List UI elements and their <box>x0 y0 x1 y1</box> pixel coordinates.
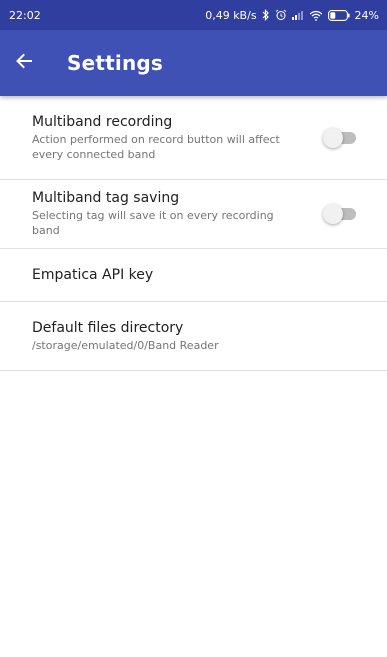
toggle-thumb <box>323 204 343 224</box>
app-bar: Settings <box>0 30 387 96</box>
status-bar: 22:02 0,49 kB/s 24% <box>0 0 387 30</box>
arrow-back-icon <box>15 52 33 74</box>
setting-summary: Action performed on record button will a… <box>32 132 280 161</box>
setting-multiband-tag-saving[interactable]: Multiband tag saving Selecting tag will … <box>0 180 387 249</box>
status-icons: 0,49 kB/s 24% <box>205 9 379 22</box>
bluetooth-icon <box>262 9 270 21</box>
signal-icon <box>291 10 304 20</box>
battery-icon <box>327 9 350 21</box>
setting-default-files-directory[interactable]: Default files directory /storage/emulate… <box>0 302 387 371</box>
setting-summary: /storage/emulated/0/Band Reader <box>32 338 219 352</box>
setting-title: Multiband tag saving <box>32 190 180 206</box>
setting-empatica-api-key[interactable]: Empatica API key <box>0 249 387 302</box>
battery-percent: 24% <box>354 8 379 22</box>
toggle-thumb <box>323 127 343 148</box>
setting-title: Multiband recording <box>32 113 173 130</box>
setting-multiband-recording[interactable]: Multiband recording Action performed on … <box>0 96 387 180</box>
device-screen: 22:02 0,49 kB/s 24% Settings Multiband r… <box>0 0 387 657</box>
multiband-tag-saving-toggle[interactable] <box>323 204 357 224</box>
status-time: 22:02 <box>9 8 41 22</box>
network-speed: 0,49 kB/s <box>205 8 257 22</box>
multiband-recording-toggle[interactable] <box>323 127 357 148</box>
back-button[interactable] <box>0 30 54 96</box>
settings-list: Multiband recording Action performed on … <box>0 96 387 371</box>
page-title: Settings <box>67 51 164 75</box>
alarm-icon <box>275 9 287 21</box>
setting-summary: Selecting tag will save it on every reco… <box>32 209 274 237</box>
setting-title: Empatica API key <box>32 266 154 283</box>
wifi-icon <box>309 10 323 21</box>
setting-title: Default files directory <box>32 319 184 336</box>
